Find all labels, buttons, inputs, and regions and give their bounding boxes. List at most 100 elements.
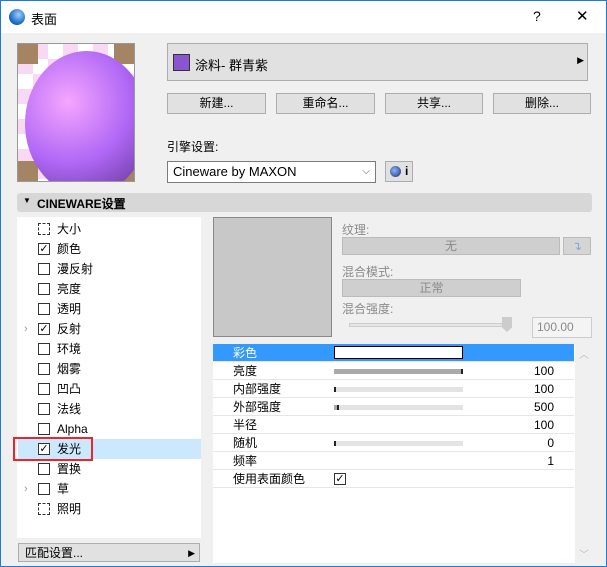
property-label: 内部强度 [233, 382, 282, 396]
property-label: 外部强度 [233, 400, 282, 414]
chevron-right-icon[interactable]: › [24, 319, 28, 339]
channel-checkbox[interactable] [38, 483, 50, 495]
property-value[interactable]: 100 [534, 362, 554, 380]
value-slider[interactable] [334, 441, 463, 446]
use-surface-color-checkbox[interactable]: ✓ [334, 473, 346, 485]
channel-item[interactable]: 环境 [18, 339, 201, 359]
new-button[interactable]: 新建... [167, 93, 266, 114]
channel-checkbox[interactable] [38, 303, 50, 315]
engine-dropdown[interactable]: Cineware by MAXON ⌵ [167, 161, 376, 183]
channel-item[interactable]: 透明 [18, 299, 201, 319]
property-label: 使用表面颜色 [233, 472, 306, 486]
rename-button[interactable]: 重命名... [276, 93, 375, 114]
channel-label: 凹凸 [57, 382, 82, 396]
property-value[interactable]: 0 [547, 434, 554, 452]
material-preview [17, 43, 135, 182]
channel-checkbox[interactable] [38, 463, 50, 475]
channel-label: 颜色 [57, 242, 82, 256]
scroll-down-icon[interactable]: ﹀ [579, 546, 589, 561]
channel-checkbox[interactable] [38, 263, 50, 275]
texture-label: 纹理: [342, 223, 370, 237]
load-texture-button[interactable]: ↴ [563, 237, 591, 255]
channel-list: 大小 ✓ 颜色 漫反射 亮度 透明 › ✓ 反射 环境 烟雾 凹凸 法线 Alpha ✓ 发光 置换 › 草照明 [13, 217, 201, 538]
property-label: 亮度 [233, 364, 258, 378]
channel-label: 漫反射 [57, 262, 94, 276]
channel-checkbox[interactable]: ✓ [38, 323, 50, 335]
channel-label: 法线 [57, 402, 82, 416]
cineware-section-header[interactable]: ▼ CINEWARE设置 [17, 193, 592, 212]
channel-item[interactable]: 大小 [18, 219, 201, 239]
channel-label: 亮度 [57, 282, 82, 296]
surface-dialog: 表面 ? ✕ 涂料- 群青紫 ▶ 新建... 重命名... 共享... 删除..… [0, 0, 607, 567]
slider-thumb[interactable] [502, 317, 512, 332]
material-selector[interactable]: 涂料- 群青紫 ▶ [167, 43, 588, 81]
engine-info-button[interactable]: i [385, 161, 413, 182]
blend-mode-label: 混合模式: [342, 265, 394, 279]
channel-item[interactable]: 法线 [18, 399, 201, 419]
channel-checkbox[interactable] [38, 363, 50, 375]
material-name: 涂料- 群青紫 [195, 58, 268, 73]
value-slider[interactable] [334, 369, 463, 374]
property-row[interactable]: 半径 100 [213, 416, 574, 434]
triangle-right-icon: ▶ [188, 548, 195, 558]
cineware-icon [390, 166, 401, 177]
property-row[interactable]: 外部强度 500 [213, 398, 574, 416]
property-value[interactable]: 100 [534, 380, 554, 398]
blend-strength-slider[interactable] [349, 317, 512, 332]
channel-item[interactable]: Alpha [18, 419, 201, 439]
close-button[interactable]: ✕ [576, 7, 589, 25]
channel-label: 反射 [57, 322, 82, 336]
app-logo-icon [9, 9, 25, 25]
blend-strength-input[interactable]: 100.00 [532, 317, 592, 338]
property-value[interactable]: 500 [534, 398, 554, 416]
chevron-right-icon[interactable]: › [24, 479, 28, 499]
value-slider[interactable] [334, 387, 463, 392]
property-row[interactable]: 随机 0 [213, 434, 574, 452]
channel-item[interactable]: ✓ 颜色 [18, 239, 201, 259]
property-row[interactable]: 内部强度 100 [213, 380, 574, 398]
import-icon: ↴ [571, 239, 583, 253]
color-swatch[interactable] [334, 346, 463, 359]
engine-label: 引擎设置: [167, 140, 219, 154]
property-value[interactable]: 1 [547, 452, 554, 470]
delete-button[interactable]: 删除... [493, 93, 591, 114]
property-row[interactable]: 彩色 [213, 344, 574, 362]
channel-checkbox[interactable] [38, 283, 50, 295]
property-table: 彩色亮度 100 内部强度 100 外部强度 500 半径 100 随机 0 频率 1 使用表面颜色 ✓ [213, 344, 575, 563]
channel-checkbox[interactable] [38, 343, 50, 355]
channel-item[interactable]: 亮度 [18, 279, 201, 299]
channel-checkbox[interactable] [38, 423, 50, 435]
collapse-triangle-icon: ▼ [23, 196, 31, 205]
channel-checkbox[interactable] [38, 383, 50, 395]
channel-label: Alpha [57, 422, 88, 436]
channel-label: 大小 [57, 222, 82, 236]
channel-item[interactable]: 漫反射 [18, 259, 201, 279]
property-label: 频率 [233, 454, 258, 468]
scroll-up-icon[interactable]: ︿ [579, 346, 589, 361]
channel-item[interactable]: 置换 [18, 459, 201, 479]
channel-checkbox[interactable]: ✓ [38, 243, 50, 255]
blend-mode-dropdown[interactable]: 正常 [342, 279, 521, 297]
channel-checkbox[interactable] [38, 403, 50, 415]
size-icon [38, 223, 50, 235]
value-slider[interactable] [334, 405, 463, 410]
channel-item[interactable]: › ✓ 反射 [18, 319, 201, 339]
channel-label: 置换 [57, 462, 82, 476]
channel-item[interactable]: › 草 [18, 479, 201, 499]
property-label: 彩色 [233, 346, 258, 360]
property-row[interactable]: 使用表面颜色 ✓ [213, 470, 574, 488]
help-button[interactable]: ? [533, 8, 541, 24]
channel-item[interactable]: 凹凸 [18, 379, 201, 399]
channel-item[interactable]: 照明 [18, 499, 201, 519]
share-button[interactable]: 共享... [385, 93, 483, 114]
property-value[interactable]: 100 [534, 416, 554, 434]
section-title: CINEWARE设置 [37, 197, 126, 211]
property-row[interactable]: 亮度 100 [213, 362, 574, 380]
property-row[interactable]: 频率 1 [213, 452, 574, 470]
lighting-icon [38, 503, 50, 515]
texture-field[interactable]: 无 [342, 237, 560, 255]
chevron-down-icon: ⌵ [362, 166, 370, 177]
channel-item[interactable]: 烟雾 [18, 359, 201, 379]
scrollbar[interactable]: ︿ ﹀ [576, 344, 592, 563]
match-settings-button[interactable]: 匹配设置... ▶ [18, 543, 200, 562]
